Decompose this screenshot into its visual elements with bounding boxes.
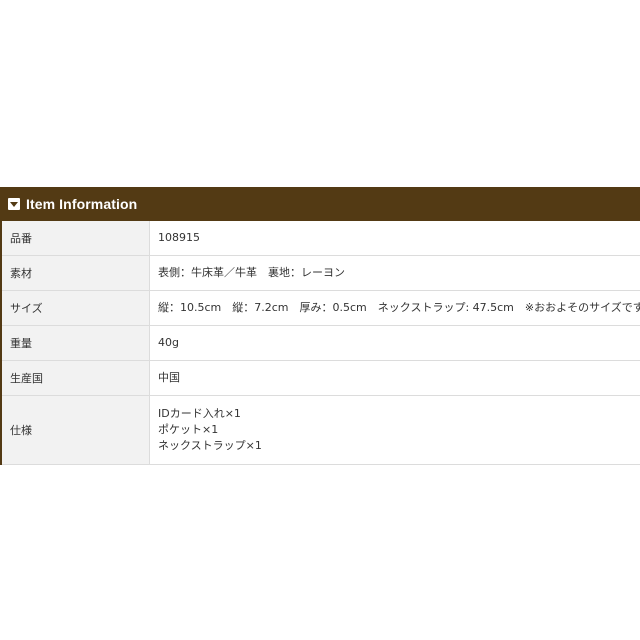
row-value-text: 表側：牛床革／牛革 裏地：レーヨン <box>158 266 345 279</box>
section-header[interactable]: Item Information <box>0 187 640 221</box>
table-row-material: 素材 表側：牛床革／牛革 裏地：レーヨン <box>2 255 640 291</box>
spec-table: 品番 108915 素材 表側：牛床革／牛革 裏地：レーヨン サイズ 縦：10.… <box>2 221 640 465</box>
table-row-country: 生産国 中国 <box>2 360 640 396</box>
row-value-text: IDカード入れ×1 <box>158 407 241 420</box>
table-row-weight: 重量 40g <box>2 325 640 361</box>
row-label: 仕様 <box>2 395 150 465</box>
row-value: 中国 <box>149 360 640 396</box>
row-label: 重量 <box>2 325 150 361</box>
row-value-text: 108915 <box>158 231 200 244</box>
table-row-product-code: 品番 108915 <box>2 221 640 256</box>
row-value: 縦：10.5cm 縦：7.2cm 厚み：0.5cm ネックストラップ: 47.5… <box>149 290 640 326</box>
collapse-icon[interactable] <box>8 198 20 210</box>
table-row-specification: 仕様 IDカード入れ×1 ポケット×1 ネックストラップ×1 <box>2 395 640 465</box>
row-value: 表側：牛床革／牛革 裏地：レーヨン <box>149 255 640 291</box>
section-title: Item Information <box>26 196 138 212</box>
row-value: IDカード入れ×1 ポケット×1 ネックストラップ×1 <box>149 395 640 465</box>
row-label: 品番 <box>2 221 150 256</box>
item-information-section: Item Information 品番 108915 素材 表側：牛床革／牛革 … <box>0 187 640 465</box>
row-label: 生産国 <box>2 360 150 396</box>
row-value-text: 中国 <box>158 371 180 384</box>
row-value-text: ネックストラップ×1 <box>158 439 262 452</box>
page: Item Information 品番 108915 素材 表側：牛床革／牛革 … <box>0 0 640 640</box>
row-value: 108915 <box>149 221 640 256</box>
row-label: 素材 <box>2 255 150 291</box>
spec-table-wrapper: 品番 108915 素材 表側：牛床革／牛革 裏地：レーヨン サイズ 縦：10.… <box>0 221 640 465</box>
row-label: サイズ <box>2 290 150 326</box>
table-row-size: サイズ 縦：10.5cm 縦：7.2cm 厚み：0.5cm ネックストラップ: … <box>2 290 640 326</box>
row-value-text: 40g <box>158 336 179 349</box>
row-value-text: 縦：10.5cm 縦：7.2cm 厚み：0.5cm ネックストラップ: 47.5… <box>158 301 640 314</box>
row-value-text: ポケット×1 <box>158 423 219 436</box>
row-value: 40g <box>149 325 640 361</box>
